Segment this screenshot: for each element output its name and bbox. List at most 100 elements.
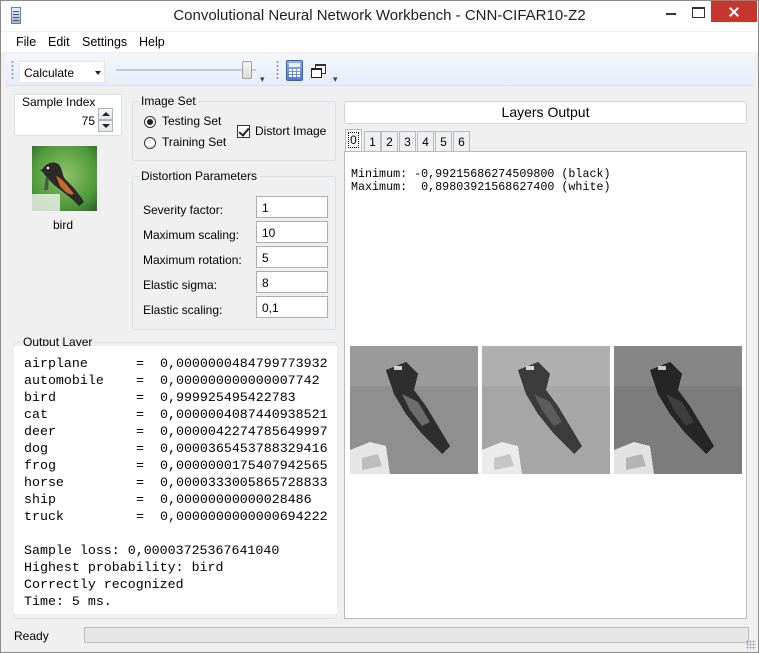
feature-map-image-red: [350, 346, 478, 474]
calculator-icon[interactable]: [286, 60, 303, 81]
maximum-rotation-field[interactable]: 5: [256, 246, 328, 268]
class-probability: 0,0000333005865728833: [160, 475, 328, 490]
severity-factor-field[interactable]: 1: [256, 196, 328, 218]
maximum-scaling-field[interactable]: 10: [256, 221, 328, 243]
severity-factor-label: Severity factor:: [143, 203, 224, 217]
equals-sign: =: [136, 509, 144, 524]
minimize-button[interactable]: [657, 1, 685, 22]
equals-sign: =: [136, 492, 144, 507]
toolbar-overflow-icon[interactable]: ▾: [260, 74, 265, 85]
elastic-scaling-label: Elastic scaling:: [143, 303, 223, 317]
class-name: dog: [24, 441, 48, 456]
class-probability: 0,0000042274785649997: [160, 424, 328, 439]
distort-image-label[interactable]: Distort Image: [255, 124, 326, 138]
tab-layer-2[interactable]: 2: [381, 131, 398, 152]
training-set-label[interactable]: Training Set: [162, 135, 226, 149]
class-probability: 0,00000000000028486: [160, 492, 312, 507]
training-set-radio[interactable]: [144, 137, 156, 149]
distortion-parameters-group: Distortion Parameters Severity factor: 1…: [132, 169, 336, 330]
resize-grip[interactable]: [746, 640, 756, 650]
maximize-button[interactable]: [684, 1, 712, 22]
equals-sign: =: [136, 441, 144, 456]
toolbar-overflow-icon-2[interactable]: ▾: [333, 74, 338, 85]
tab-layer-3[interactable]: 3: [399, 131, 416, 152]
sample-index-label: Sample Index: [22, 95, 96, 109]
feature-map-image-blue: [614, 346, 742, 474]
class-name: bird: [24, 390, 56, 405]
maximum-rotation-label: Maximum rotation:: [143, 253, 242, 267]
class-probability: 0,0000000484799773932: [160, 356, 328, 371]
elastic-scaling-field[interactable]: 0,1: [256, 296, 328, 318]
class-name: cat: [24, 407, 48, 422]
recognition-result-line: Correctly recognized: [24, 577, 184, 592]
class-probability: 0,0000000175407942565: [160, 458, 328, 473]
class-probability: 0,0000365453788329416: [160, 441, 328, 456]
equals-sign: =: [136, 458, 144, 473]
class-probability: 0,000000000000007742: [160, 373, 320, 388]
layer-output-pane: Minimum: -0,99215686274509800 (black) Ma…: [344, 151, 747, 619]
minimum-line: Minimum: -0,99215686274509800 (black): [351, 167, 611, 181]
mode-select-value: Calculate: [24, 66, 75, 80]
testing-set-radio[interactable]: [144, 116, 156, 128]
distort-image-checkbox[interactable]: [237, 125, 250, 138]
image-set-group: Image Set Testing Set Training Set Disto…: [132, 94, 336, 161]
window-title: Convolutional Neural Network Workbench -…: [173, 7, 586, 24]
equals-sign: =: [136, 390, 144, 405]
mode-select[interactable]: Calculate: [19, 61, 105, 83]
menu-edit[interactable]: Edit: [48, 35, 70, 49]
main-window: Convolutional Neural Network Workbench -…: [0, 0, 759, 653]
spin-down-button[interactable]: [98, 120, 113, 132]
output-layer-pane: airplane = 0,0000000484799773932 automobil…: [14, 346, 337, 614]
class-probability: 0,0000000000000694222: [160, 509, 328, 524]
tab-layer-5[interactable]: 5: [435, 131, 452, 152]
equals-sign: =: [136, 424, 144, 439]
tab-layer-0[interactable]: 0: [345, 129, 362, 152]
equals-sign: =: [136, 356, 144, 371]
toolbar-grip[interactable]: [11, 60, 14, 80]
distortion-parameters-label: Distortion Parameters: [139, 169, 260, 183]
sample-index-input[interactable]: 75: [23, 112, 95, 130]
class-name: horse: [24, 475, 64, 490]
sample-class-label: bird: [52, 218, 73, 232]
feature-map-image-green: [482, 346, 610, 474]
class-name: ship: [24, 492, 56, 507]
tab-layer-4[interactable]: 4: [417, 131, 434, 152]
class-name: deer: [24, 424, 56, 439]
layers-output-button[interactable]: Layers Output: [344, 101, 747, 124]
menu-settings[interactable]: Settings: [82, 35, 127, 49]
elastic-sigma-field[interactable]: 8: [256, 271, 328, 293]
sample-image: [32, 146, 97, 211]
speed-slider-track[interactable]: [116, 69, 256, 71]
menu-bar: File Edit Settings Help: [1, 32, 758, 52]
speed-slider-thumb[interactable]: [242, 61, 252, 79]
status-bar: Ready: [1, 623, 758, 652]
maximum-scaling-label: Maximum scaling:: [143, 228, 240, 242]
maximum-line: Maximum: 0,89803921568627400 (white): [351, 180, 611, 194]
class-name: truck: [24, 509, 64, 524]
class-name: automobile: [24, 373, 104, 388]
sample-index-spinner[interactable]: [98, 108, 113, 132]
class-probability: 0,0000004087440938521: [160, 407, 328, 422]
testing-set-label[interactable]: Testing Set: [162, 114, 221, 128]
title-bar: Convolutional Neural Network Workbench -…: [1, 1, 758, 31]
progress-bar: [84, 627, 749, 643]
class-probability: 0,999925495422783: [160, 390, 296, 405]
chevron-down-icon: [95, 71, 101, 75]
menu-file[interactable]: File: [16, 35, 36, 49]
menu-help[interactable]: Help: [139, 35, 165, 49]
tab-layer-1[interactable]: 1: [364, 131, 381, 152]
toolbar: Calculate ▾ ▾: [6, 54, 754, 86]
toolbar-grip-2[interactable]: [276, 60, 279, 80]
tab-layer-6[interactable]: 6: [453, 131, 470, 152]
class-name: airplane: [24, 356, 88, 371]
spin-up-button[interactable]: [98, 108, 113, 120]
equals-sign: =: [136, 407, 144, 422]
equals-sign: =: [136, 475, 144, 490]
class-name: frog: [24, 458, 56, 473]
close-button[interactable]: [711, 1, 757, 22]
sample-loss-line: Sample loss: 0,00003725367641040: [24, 543, 280, 558]
image-set-label: Image Set: [139, 94, 198, 108]
time-line: Time: 5 ms.: [24, 594, 112, 609]
windows-icon[interactable]: [311, 64, 326, 78]
equals-sign: =: [136, 373, 144, 388]
